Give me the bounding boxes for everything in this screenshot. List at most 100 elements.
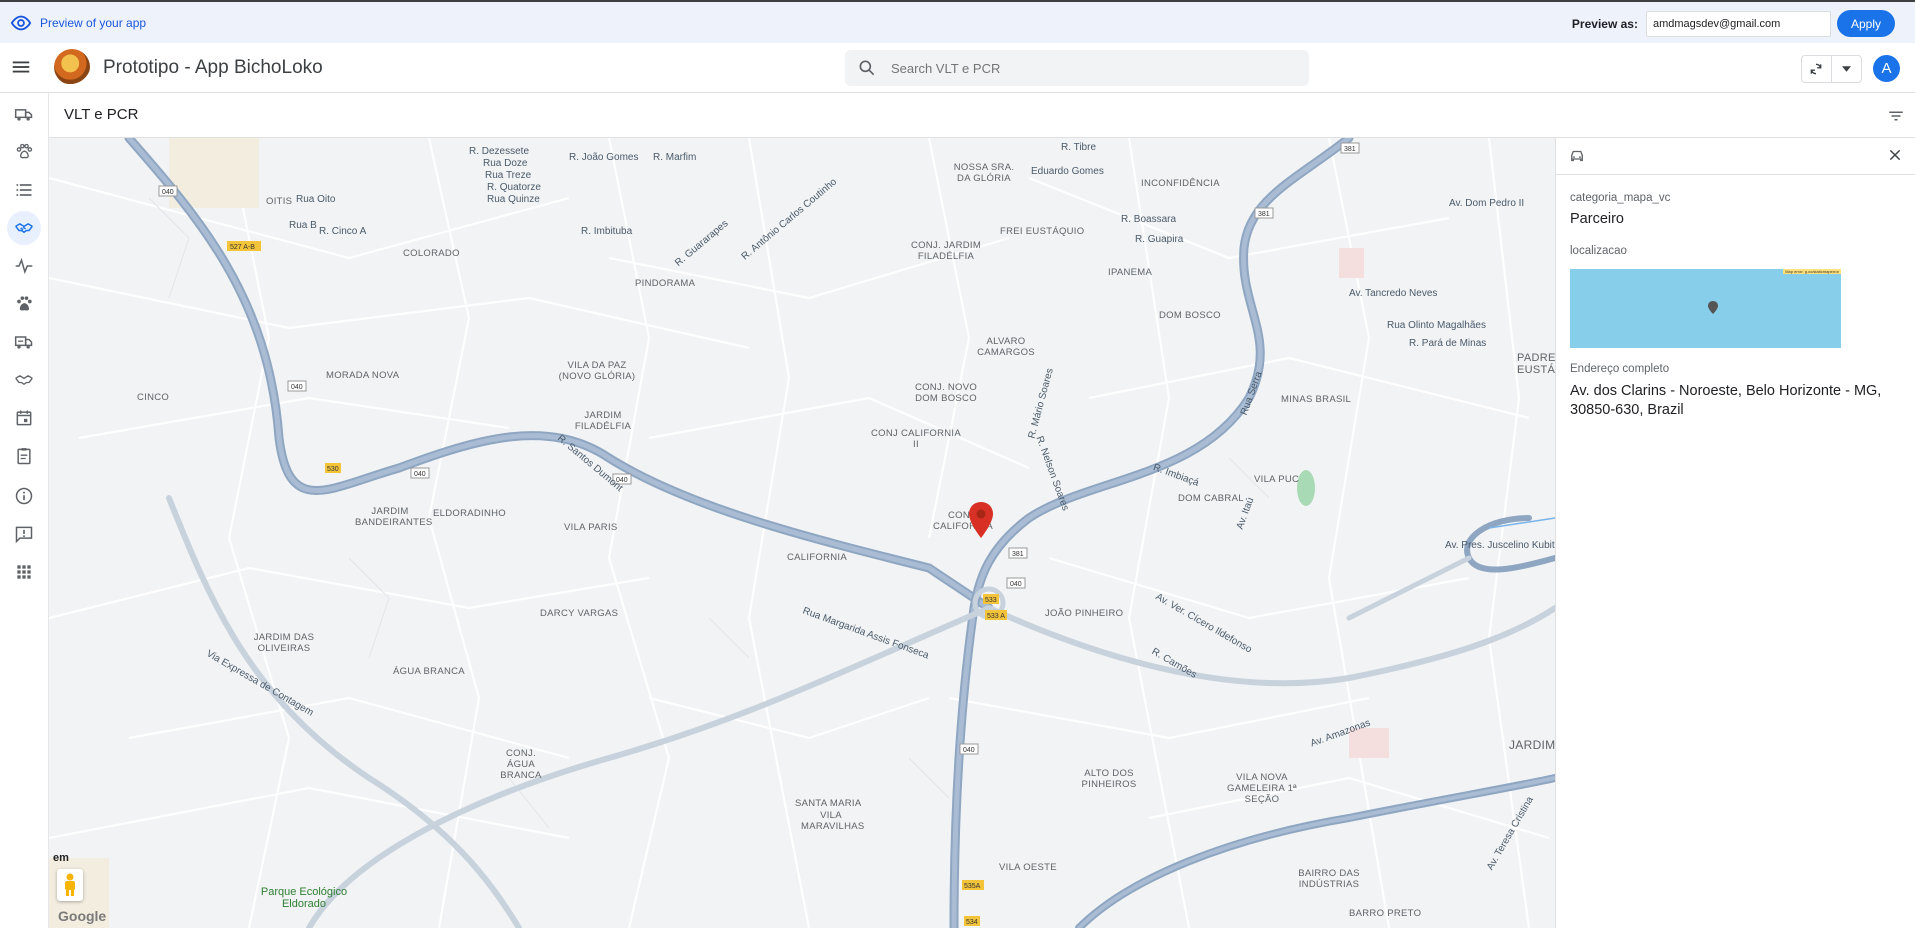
- sidebar-item-clipboard[interactable]: [7, 439, 41, 473]
- search-icon: [859, 60, 875, 76]
- sidebar-item-calendar[interactable]: [7, 401, 41, 435]
- feedback-icon: [15, 526, 33, 544]
- map-label: R. Marfim: [653, 152, 697, 163]
- menu-icon[interactable]: [10, 56, 32, 78]
- app-header: Prototipo - App BichoLoko A: [0, 43, 1915, 93]
- sidebar-item-delivery[interactable]: [7, 325, 41, 359]
- sidebar-item-apps[interactable]: [7, 555, 41, 589]
- map-label: OITIS: [266, 196, 293, 207]
- handshake-outline-icon: [15, 375, 33, 385]
- field-label-localizacao: localizacao: [1570, 245, 1627, 257]
- svg-text:040: 040: [1010, 581, 1022, 588]
- map-label: Rua Olinto Magalhães: [1387, 320, 1486, 331]
- street-view-pegman[interactable]: [57, 869, 83, 901]
- map-label: Av. Dom Pedro II: [1449, 198, 1525, 209]
- location-minimap[interactable]: Map error: g.co/staticmaperror: [1570, 269, 1841, 348]
- svg-text:533: 533: [985, 597, 997, 604]
- map-label: CONJ. NOVO DOM BOSCO: [914, 382, 978, 404]
- sync-button[interactable]: [1802, 56, 1832, 82]
- activity-icon: [15, 257, 33, 275]
- info-icon: [15, 487, 33, 505]
- eye-icon: [10, 15, 32, 30]
- sidebar-item-truck[interactable]: [7, 97, 41, 131]
- field-label-endereco: Endereço completo: [1570, 363, 1670, 375]
- svg-text:040: 040: [963, 747, 975, 754]
- sync-icon: [1810, 63, 1822, 75]
- map-label: PADRE EUSTÁQUIO: [1517, 352, 1555, 376]
- car-icon: [1571, 150, 1583, 162]
- map-label: BARRO PRETO: [1349, 908, 1422, 919]
- sidebar-item-handshake[interactable]: [7, 211, 41, 245]
- apply-button[interactable]: Apply: [1836, 10, 1895, 37]
- map-label: FREI EUSTÁQUIO: [1000, 226, 1085, 237]
- field-label-categoria: categoria_mapa_vc: [1570, 192, 1671, 204]
- map-label: JARDIM DAS OLIVEIRAS: [253, 632, 315, 654]
- sidebar: [0, 93, 49, 928]
- map-label: JARDIM AMÉRICA: [1509, 738, 1555, 752]
- search-input[interactable]: [891, 60, 1271, 76]
- preview-bar: Preview of your app Preview as: amdmagsd…: [0, 0, 1915, 43]
- map-label: R. Dezessete: [469, 146, 530, 157]
- map-label: R. João Gomes: [569, 152, 639, 163]
- sidebar-item-list[interactable]: [7, 173, 41, 207]
- app-title: Prototipo - App BichoLoko: [103, 57, 323, 78]
- svg-text:381: 381: [1012, 551, 1024, 558]
- svg-text:530: 530: [327, 466, 339, 473]
- map-label: R. Pará de Minas: [1409, 338, 1487, 349]
- close-icon[interactable]: [1887, 147, 1903, 163]
- location-marker-icon[interactable]: [968, 502, 994, 538]
- map-label: PINDORAMA: [635, 278, 696, 289]
- pegman-icon: [65, 873, 75, 896]
- detail-panel: categoria_mapa_vc Parceiro localizacao M…: [1555, 138, 1915, 928]
- svg-text:381: 381: [1344, 146, 1356, 153]
- filter-icon[interactable]: [1887, 107, 1905, 125]
- svg-text:527 A-B: 527 A-B: [230, 244, 255, 251]
- map-label: DOM CABRAL: [1178, 493, 1244, 504]
- preview-label: Preview of your app: [40, 15, 147, 30]
- map-label: ALTO DOS PINHEIROS: [1081, 768, 1137, 790]
- calendar-icon: [16, 410, 32, 426]
- map-label: JOÃO PINHEIRO: [1045, 608, 1124, 619]
- view-title: VLT e PCR: [64, 106, 139, 123]
- map-label: VILA PUC: [1254, 474, 1300, 485]
- map-label: ÁGUA BRANCA: [393, 666, 465, 677]
- sidebar-item-feedback[interactable]: [7, 517, 41, 551]
- sidebar-item-partners[interactable]: [7, 363, 41, 397]
- map-label: R. Imbituba: [581, 226, 633, 237]
- map-label: MINAS BRASIL: [1281, 394, 1352, 405]
- sync-dropdown[interactable]: [1832, 56, 1861, 82]
- map-label: CONJ CALIFORNIA II: [871, 428, 962, 450]
- map-label: CONJ. JARDIM FILADÉLFIA: [910, 240, 982, 262]
- map-label: em: [53, 852, 69, 864]
- map-label: NOSSA SRA. DA GLÓRIA: [953, 162, 1015, 184]
- map-label: MORADA NOVA: [326, 370, 400, 381]
- delivery-truck-icon: [14, 336, 33, 349]
- truck-icon: [14, 109, 33, 121]
- sidebar-item-paw[interactable]: [7, 135, 41, 169]
- search-box[interactable]: [845, 50, 1309, 86]
- avatar[interactable]: A: [1873, 55, 1900, 82]
- map-label: JARDIM BANDEIRANTES: [355, 506, 433, 528]
- map-view[interactable]: 040 040 040 040 381 381 381 040 040 527 …: [49, 138, 1555, 928]
- map-label: R. Guapira: [1135, 234, 1184, 245]
- minimap-pin-icon: [1708, 301, 1718, 314]
- preview-email-field[interactable]: amdmagsdev@gmail.com: [1645, 10, 1831, 37]
- sidebar-item-info[interactable]: [7, 479, 41, 513]
- sync-button-group: [1801, 55, 1862, 83]
- field-value-endereco: Av. dos Clarins - Noroeste, Belo Horizon…: [1570, 383, 1882, 418]
- map-label: VILA PARIS: [564, 522, 618, 533]
- sidebar-item-pets[interactable]: [7, 287, 41, 321]
- svg-text:533 A: 533 A: [987, 613, 1005, 620]
- minimap-error-tag: Map error: g.co/staticmaperror: [1783, 269, 1841, 274]
- map-label: Rua Quinze: [487, 194, 540, 205]
- chevron-down-icon: [1841, 66, 1851, 72]
- map-label: Av. Pres. Juscelino Kubitschek: [1445, 540, 1555, 551]
- svg-text:535A: 535A: [964, 883, 981, 890]
- apps-icon: [17, 565, 31, 579]
- map-label: R. Boassara: [1121, 214, 1177, 225]
- view-header: VLT e PCR: [49, 93, 1915, 138]
- map-label: VILA DA PAZ (NOVO GLÓRIA): [558, 360, 636, 382]
- sidebar-item-activity[interactable]: [7, 249, 41, 283]
- map-label: R. Tibre: [1061, 142, 1097, 153]
- map-label: Parque Ecológico Eldorado: [260, 886, 348, 910]
